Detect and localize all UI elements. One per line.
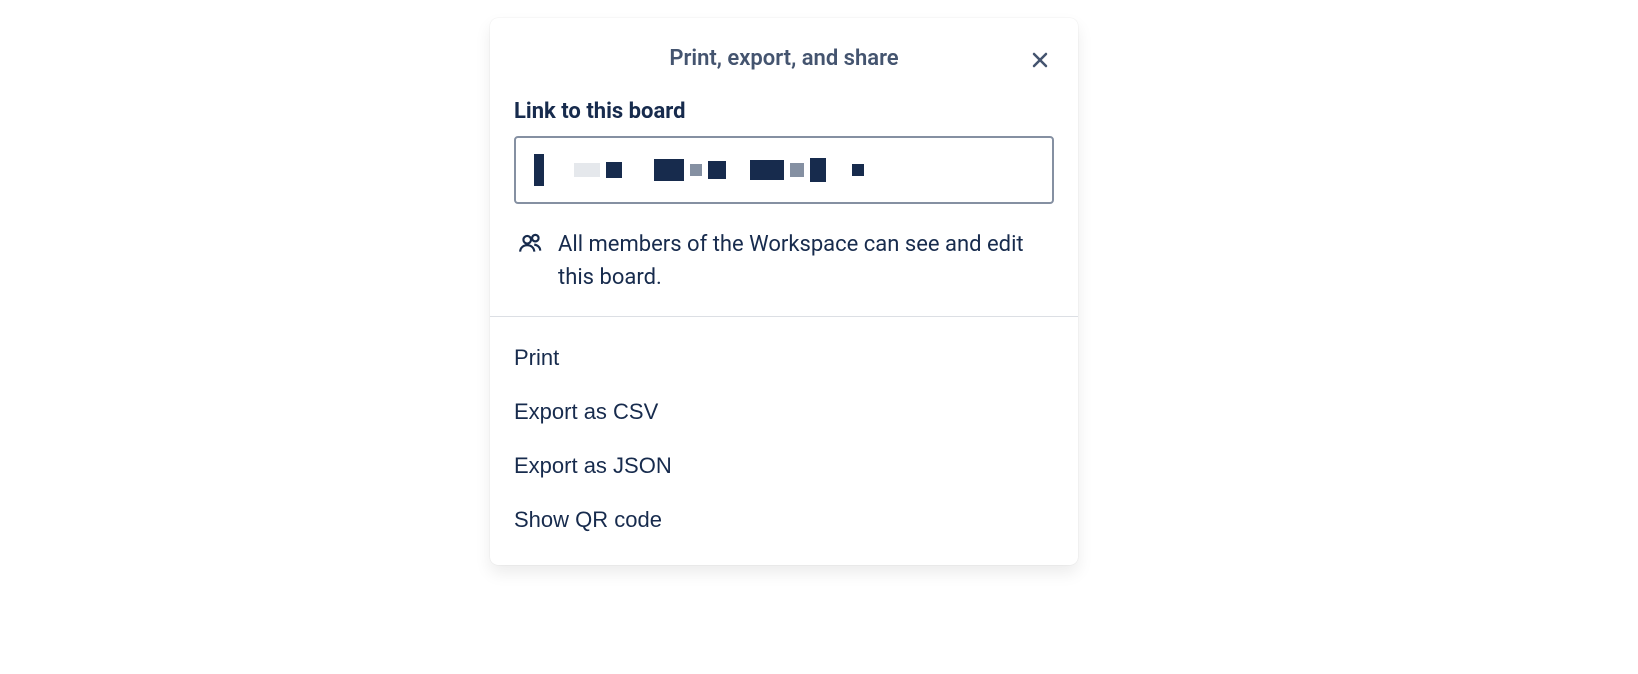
show-qr-code-action[interactable]: Show QR code xyxy=(490,493,1078,547)
redacted-text xyxy=(606,162,622,178)
link-section-label: Link to this board xyxy=(490,91,1078,136)
redacted-text xyxy=(574,163,600,177)
divider xyxy=(490,316,1078,317)
visibility-info: All members of the Workspace can see and… xyxy=(490,204,1078,316)
redacted-text xyxy=(690,164,702,176)
board-link-input[interactable] xyxy=(514,136,1054,204)
visibility-info-text: All members of the Workspace can see and… xyxy=(558,228,1054,294)
print-export-share-modal: Print, export, and share Link to this bo… xyxy=(490,18,1078,565)
modal-title: Print, export, and share xyxy=(669,46,898,71)
redacted-text xyxy=(654,159,684,181)
redacted-text xyxy=(790,163,804,177)
close-icon xyxy=(1028,48,1052,72)
action-list: Print Export as CSV Export as JSON Show … xyxy=(490,331,1078,547)
redacted-text xyxy=(708,161,726,179)
link-input-wrapper xyxy=(490,136,1078,204)
redacted-text xyxy=(750,160,784,180)
redacted-text xyxy=(852,164,864,176)
export-json-action[interactable]: Export as JSON xyxy=(490,439,1078,493)
modal-header: Print, export, and share xyxy=(490,18,1078,91)
close-button[interactable] xyxy=(1026,46,1054,74)
export-csv-action[interactable]: Export as CSV xyxy=(490,385,1078,439)
redacted-text xyxy=(810,158,826,182)
redacted-text xyxy=(534,154,544,186)
members-icon xyxy=(518,230,544,256)
print-action[interactable]: Print xyxy=(490,331,1078,385)
